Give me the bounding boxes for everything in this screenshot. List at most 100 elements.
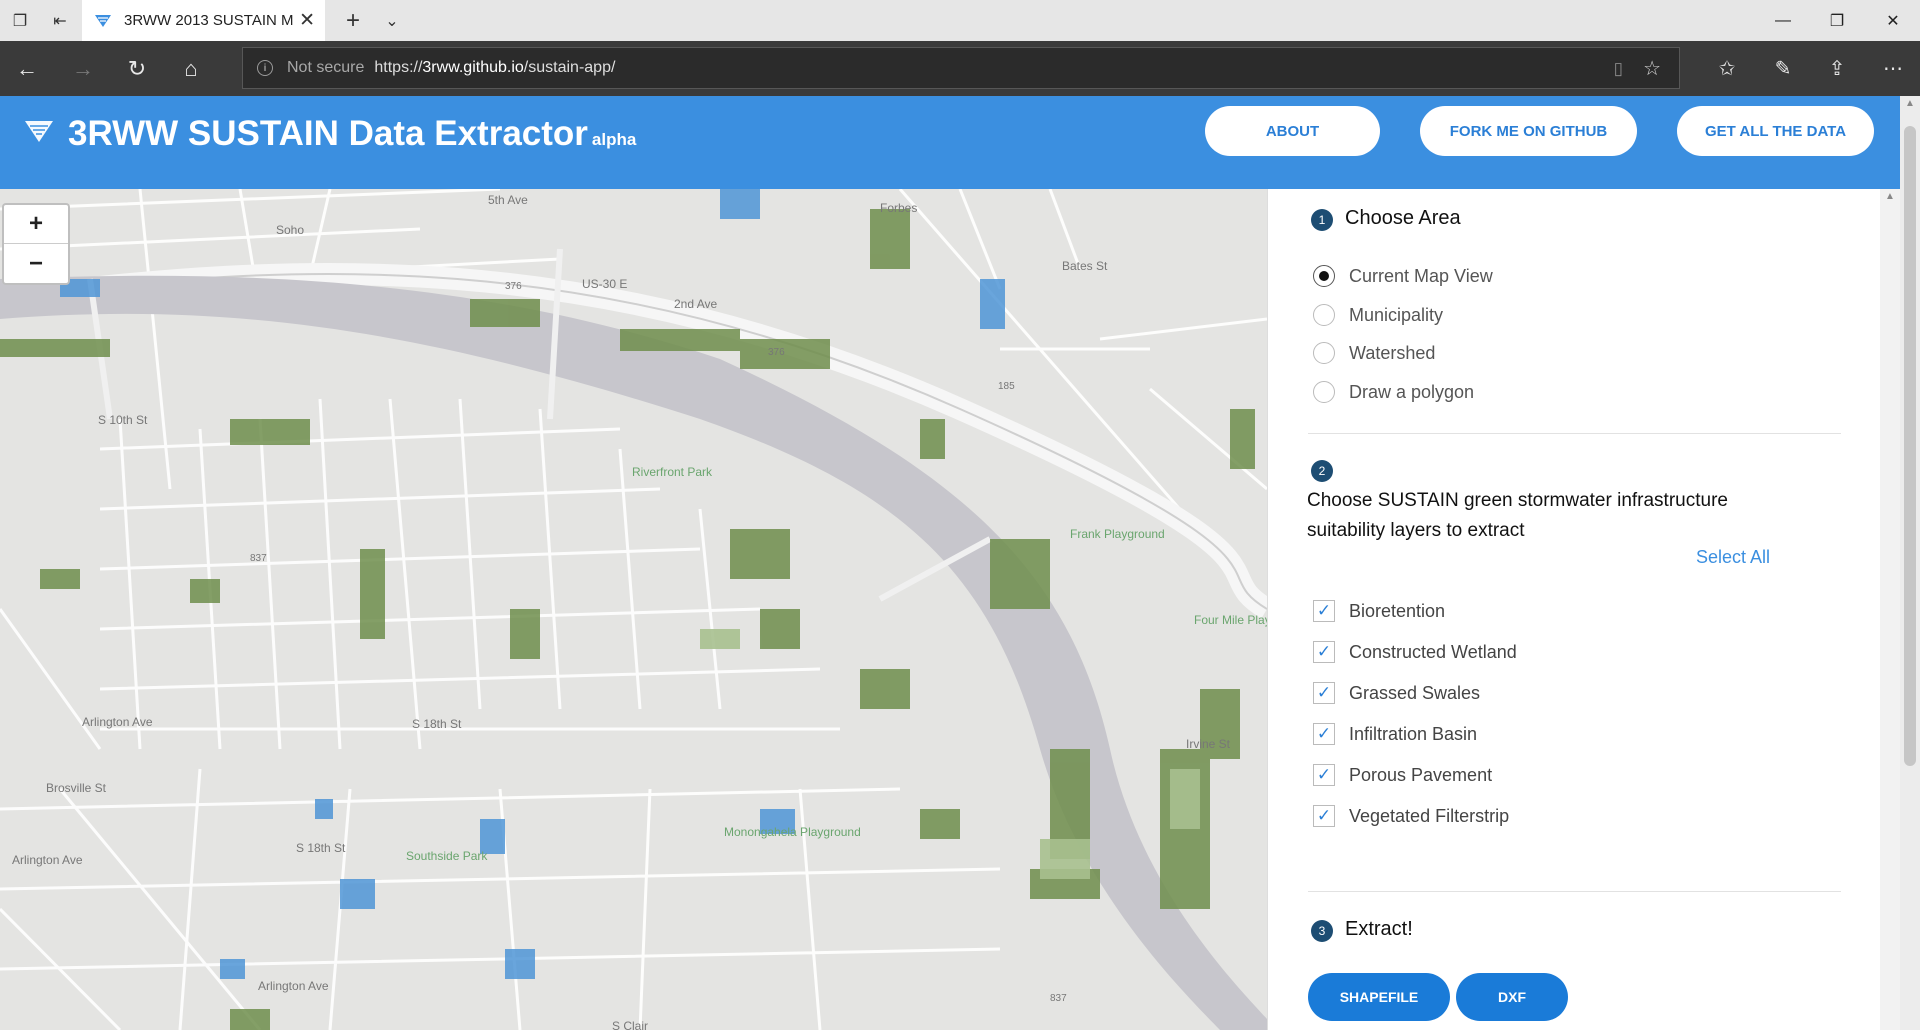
set-aside-tabs-icon[interactable]: ⇤ xyxy=(40,0,80,41)
choose-layers-title: Choose SUSTAIN green stormwater infrastr… xyxy=(1307,486,1728,546)
layer-label: Constructed Wetland xyxy=(1349,641,1517,662)
map-label: Bates St xyxy=(1062,259,1108,273)
radio-current-map-view[interactable]: Current Map View xyxy=(1313,263,1493,289)
section-divider xyxy=(1308,891,1841,892)
get-all-data-button[interactable]: GET ALL THE DATA xyxy=(1677,106,1874,156)
radio-watershed[interactable]: Watershed xyxy=(1313,340,1435,366)
layer-grassed-swales[interactable]: ✓ Grassed Swales xyxy=(1313,680,1480,706)
zoom-in-button[interactable]: + xyxy=(4,205,68,244)
checkbox-checked[interactable]: ✓ xyxy=(1313,682,1335,704)
layer-constructed-wetland[interactable]: ✓ Constructed Wetland xyxy=(1313,639,1517,665)
site-info-icon[interactable]: i xyxy=(257,60,273,76)
panel-scrollbar[interactable]: ▲ xyxy=(1880,189,1900,1030)
map-tiles xyxy=(0,189,1267,1030)
checkbox-checked[interactable]: ✓ xyxy=(1313,764,1335,786)
shapefile-button[interactable]: SHAPEFILE xyxy=(1308,973,1450,1021)
select-all-link[interactable]: Select All xyxy=(1696,547,1770,568)
favorites-icon[interactable]: ✩ xyxy=(1700,41,1754,96)
dxf-button[interactable]: DXF xyxy=(1456,973,1568,1021)
map-label: Soho xyxy=(276,223,305,237)
browser-nav-bar: ← → ↻ ⌂ i Not secure https://3rww.github… xyxy=(0,41,1920,96)
url-host: 3rww.github.io xyxy=(422,59,524,76)
map-label: Four Mile Playground xyxy=(1194,613,1267,627)
favorite-star-icon[interactable]: ☆ xyxy=(1643,56,1661,81)
map-view[interactable]: + − 5th Ave Soho US-30 E 376 2nd Ave 376… xyxy=(0,189,1267,1030)
checkbox-checked[interactable]: ✓ xyxy=(1313,600,1335,622)
layer-porous-pavement[interactable]: ✓ Porous Pavement xyxy=(1313,762,1492,788)
url-path: /sustain-app/ xyxy=(523,59,616,76)
step-2-badge: 2 xyxy=(1311,460,1333,482)
map-label: Arlington Ave xyxy=(12,853,83,867)
layer-label: Porous Pavement xyxy=(1349,764,1493,785)
map-label: US-30 E xyxy=(582,277,628,291)
tab-close-icon[interactable]: ✕ xyxy=(299,9,315,32)
map-label: 837 xyxy=(250,553,267,564)
radio-label: Current Map View xyxy=(1349,265,1493,286)
layer-infiltration-basin[interactable]: ✓ Infiltration Basin xyxy=(1313,721,1477,747)
map-label: Irvine St xyxy=(1186,737,1231,751)
page-scrollbar[interactable]: ▲ xyxy=(1900,96,1920,1030)
map-label: S Clair xyxy=(612,1019,649,1030)
map-label: Forbes xyxy=(880,201,918,215)
map-label: S 10th St xyxy=(98,413,148,427)
share-icon[interactable]: ⇪ xyxy=(1810,41,1864,96)
map-label: 837 xyxy=(1050,993,1067,1004)
map-label: S 18th St xyxy=(412,717,462,731)
about-button[interactable]: ABOUT xyxy=(1205,106,1380,156)
radio-button[interactable] xyxy=(1313,304,1335,326)
restore-icon[interactable]: ❐ xyxy=(1810,0,1864,41)
radio-label: Municipality xyxy=(1349,304,1444,325)
layer-vegetated-filterstrip[interactable]: ✓ Vegetated Filterstrip xyxy=(1313,803,1509,829)
url-text: https://3rww.github.io/sustain-app/ xyxy=(374,59,615,77)
map-label: Frank Playground xyxy=(1070,527,1165,541)
radio-municipality[interactable]: Municipality xyxy=(1313,302,1443,328)
url-prefix: https:// xyxy=(374,59,423,76)
step-1-badge: 1 xyxy=(1311,209,1333,231)
radio-label: Watershed xyxy=(1349,342,1436,363)
browser-tab-active[interactable]: 3RWW 2013 SUSTAIN M ✕ xyxy=(82,0,325,41)
radio-draw-polygon[interactable]: Draw a polygon xyxy=(1313,379,1474,405)
address-bar[interactable]: i Not secure https://3rww.github.io/sust… xyxy=(242,47,1680,89)
layer-label: Grassed Swales xyxy=(1349,682,1481,703)
scroll-up-arrow-icon[interactable]: ▲ xyxy=(1880,191,1900,202)
map-label: Arlington Ave xyxy=(82,715,153,729)
not-secure-label: Not secure xyxy=(287,59,365,76)
checkbox-checked[interactable]: ✓ xyxy=(1313,805,1335,827)
checkbox-checked[interactable]: ✓ xyxy=(1313,723,1335,745)
radio-button[interactable] xyxy=(1313,342,1335,364)
reading-view-icon[interactable]: ▯ xyxy=(1614,59,1623,79)
more-menu-icon[interactable]: ⋯ xyxy=(1866,41,1920,96)
tab-manager-icon[interactable]: ❐ xyxy=(0,0,40,41)
site-favicon-icon xyxy=(95,14,111,27)
checkbox-checked[interactable]: ✓ xyxy=(1313,641,1335,663)
window-close-icon[interactable]: ✕ xyxy=(1866,0,1920,41)
map-label: Brosville St xyxy=(46,781,107,795)
back-arrow-icon[interactable]: ← xyxy=(0,41,54,96)
new-tab-icon[interactable]: + xyxy=(333,0,373,41)
map-label: Monongahela Playground xyxy=(724,825,861,839)
radio-button[interactable] xyxy=(1313,381,1335,403)
scroll-up-arrow-icon[interactable]: ▲ xyxy=(1900,98,1920,109)
section-divider xyxy=(1308,433,1841,434)
home-icon[interactable]: ⌂ xyxy=(164,41,218,96)
layer-label: Vegetated Filterstrip xyxy=(1349,805,1510,826)
app-title: 3RWW SUSTAIN Data Extractor alpha xyxy=(68,114,636,154)
layer-bioretention[interactable]: ✓ Bioretention xyxy=(1313,598,1445,624)
map-label: 185 xyxy=(998,381,1015,392)
map-label: 376 xyxy=(505,281,522,292)
notes-pen-icon[interactable]: ✎ xyxy=(1756,41,1810,96)
scrollbar-thumb[interactable] xyxy=(1904,126,1916,766)
browser-tab-bar: ❐ ⇤ 3RWW 2013 SUSTAIN M ✕ + ⌄ — ❐ ✕ xyxy=(0,0,1920,41)
radio-button[interactable] xyxy=(1313,265,1335,287)
zoom-out-button[interactable]: − xyxy=(4,244,68,283)
app-header: 3RWW SUSTAIN Data Extractor alpha ABOUT F… xyxy=(0,96,1900,189)
app-title-text: 3RWW SUSTAIN Data Extractor xyxy=(68,114,588,153)
fork-github-button[interactable]: FORK ME ON GITHUB xyxy=(1420,106,1637,156)
refresh-icon[interactable]: ↻ xyxy=(110,41,164,96)
choose-layers-title-line1: Choose SUSTAIN green stormwater infrastr… xyxy=(1307,490,1728,511)
tab-list-chevron-icon[interactable]: ⌄ xyxy=(372,0,412,41)
map-label: Riverfront Park xyxy=(632,465,713,479)
forward-arrow-icon[interactable]: → xyxy=(56,41,110,96)
map-label: 2nd Ave xyxy=(674,297,718,311)
minimize-icon[interactable]: — xyxy=(1756,0,1810,41)
